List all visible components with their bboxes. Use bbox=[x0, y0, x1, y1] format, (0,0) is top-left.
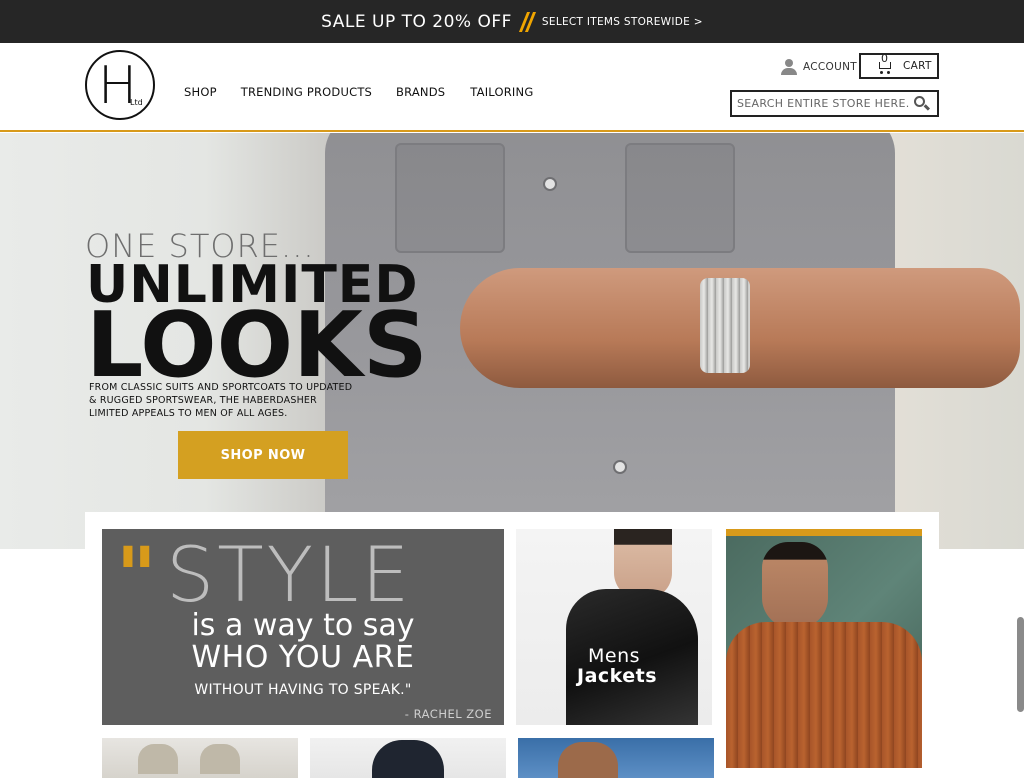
shoe-image bbox=[138, 744, 178, 774]
page-scrollbar[interactable] bbox=[1017, 617, 1024, 712]
logo-sub: Ltd bbox=[130, 98, 143, 107]
featured-grid: " STYLE is a way to say WHO YOU ARE WITH… bbox=[85, 512, 939, 778]
nav-item-trending-products[interactable]: TRENDING PRODUCTS bbox=[241, 85, 372, 99]
model-image bbox=[762, 542, 828, 628]
hero-banner: ONE STORE... UNLIMITED LOOKS FROM CLASSI… bbox=[0, 133, 1024, 549]
sunglasses-tile[interactable] bbox=[518, 738, 714, 778]
quote-author: - RACHEL ZOE bbox=[404, 707, 492, 721]
tile-label-2: Jackets bbox=[577, 665, 658, 687]
cart-icon: 0 bbox=[877, 52, 893, 74]
quote-mark-icon: " bbox=[116, 532, 157, 622]
site-header: H Ltd SHOP TRENDING PRODUCTS BRANDS TAIL… bbox=[0, 43, 1024, 132]
model-image bbox=[558, 742, 618, 778]
promo-link[interactable]: SELECT ITEMS STOREWIDE > bbox=[542, 16, 703, 28]
hero-headline-2: LOOKS bbox=[86, 293, 428, 398]
shop-now-button[interactable]: SHOP NOW bbox=[178, 431, 348, 479]
account-label: ACCOUNT bbox=[803, 61, 857, 73]
search-box bbox=[730, 90, 939, 117]
style-quote-tile[interactable]: " STYLE is a way to say WHO YOU ARE WITH… bbox=[102, 529, 504, 725]
search-input[interactable] bbox=[732, 93, 910, 114]
promo-bar[interactable]: SALE UP TO 20% OFF SELECT ITEMS STOREWID… bbox=[0, 0, 1024, 43]
quote-line-4: WITHOUT HAVING TO SPEAK." bbox=[194, 682, 412, 698]
shirt-button bbox=[543, 177, 557, 191]
nav-item-brands[interactable]: BRANDS bbox=[396, 85, 445, 99]
mens-jackets-tile[interactable]: Mens Jackets bbox=[516, 529, 712, 725]
user-icon bbox=[781, 59, 797, 75]
logo[interactable]: H Ltd bbox=[85, 50, 155, 120]
sweater-image bbox=[726, 622, 922, 768]
cart-count: 0 bbox=[881, 52, 888, 65]
cart-button[interactable]: 0 CART bbox=[859, 52, 939, 79]
nav-item-shop[interactable]: SHOP bbox=[184, 85, 217, 99]
hero-description: FROM CLASSIC SUITS AND SPORTCOATS TO UPD… bbox=[89, 382, 353, 419]
promo-main-text: SALE UP TO 20% OFF bbox=[321, 11, 512, 32]
suit-image bbox=[372, 740, 444, 778]
quote-line-2: is a way to say bbox=[191, 608, 415, 643]
nav-item-tailoring[interactable]: TAILORING bbox=[470, 85, 533, 99]
quote-big-word: STYLE bbox=[166, 530, 413, 619]
shirt-button bbox=[613, 460, 627, 474]
slash-icon bbox=[518, 11, 536, 32]
shirt-pocket bbox=[395, 143, 505, 253]
tile-label-1: Mens bbox=[588, 645, 641, 667]
main-nav: SHOP TRENDING PRODUCTS BRANDS TAILORING bbox=[184, 85, 557, 99]
account-link[interactable]: ACCOUNT bbox=[781, 59, 857, 75]
logo-letter: H bbox=[98, 56, 138, 116]
cart-label: CART bbox=[903, 60, 932, 72]
suit-tile[interactable] bbox=[310, 738, 506, 778]
shirt-pocket bbox=[625, 143, 735, 253]
wristwatch-image bbox=[700, 278, 750, 373]
shoe-image bbox=[200, 744, 240, 774]
shoes-tile[interactable] bbox=[102, 738, 298, 778]
search-icon[interactable] bbox=[914, 95, 931, 112]
sweater-tile[interactable] bbox=[726, 529, 922, 768]
quote-line-3: WHO YOU ARE bbox=[191, 640, 415, 675]
